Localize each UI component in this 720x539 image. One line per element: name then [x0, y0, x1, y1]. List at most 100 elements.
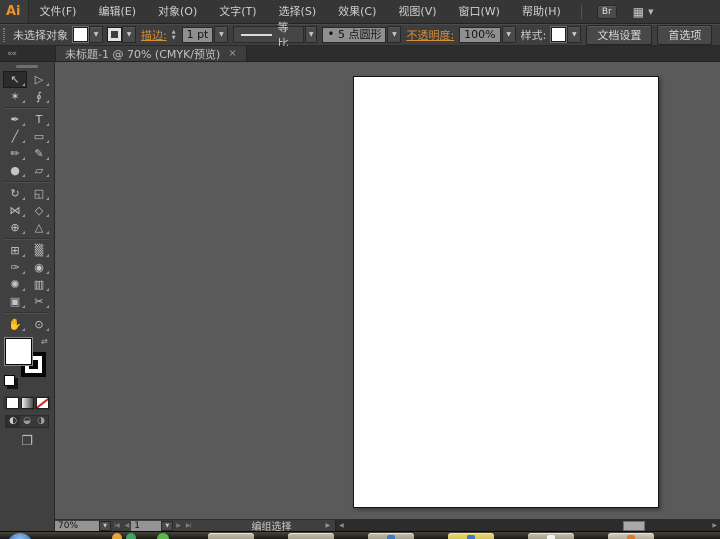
toolbar-collapse-icon[interactable]: «« — [0, 46, 55, 61]
stroke-width-dropdown-icon[interactable]: ▼ — [214, 26, 229, 43]
selection-tool[interactable]: ↖ — [3, 71, 27, 88]
blob-brush-tool[interactable]: ● — [3, 162, 27, 179]
menu-help[interactable]: 帮助(H) — [511, 0, 572, 23]
brush-dropdown-icon[interactable]: ▼ — [387, 26, 402, 43]
eraser-tool[interactable]: ▱ — [27, 162, 51, 179]
gradient-button[interactable] — [20, 397, 34, 409]
mesh-tool[interactable]: ⊞ — [3, 242, 27, 259]
preferences-button[interactable]: 首选项 — [657, 24, 713, 45]
rectangle-tool[interactable]: ▭ — [27, 128, 51, 145]
taskbar-icon[interactable] — [112, 533, 122, 539]
stroke-width-stepper[interactable]: ▲ ▼ — [172, 29, 176, 41]
panel-drag-handle[interactable] — [16, 65, 38, 68]
width-profile-select[interactable]: 等比 — [233, 21, 305, 50]
document-setup-button[interactable]: 文档设置 — [586, 24, 653, 45]
lasso-tool[interactable]: ∮ — [27, 88, 51, 105]
menu-window[interactable]: 窗口(W) — [448, 0, 511, 23]
taskbar-app-button[interactable] — [368, 533, 414, 539]
fill-color-swatch[interactable] — [73, 27, 88, 42]
stroke-width-field[interactable]: 1 pt — [181, 26, 214, 43]
gradient-tool[interactable]: ▒ — [27, 242, 51, 259]
color-button[interactable] — [5, 397, 19, 409]
horizontal-scrollbar[interactable]: ◀ ▶ — [335, 520, 720, 531]
document-tab[interactable]: 未标题-1 @ 70% (CMYK/预览) × — [55, 46, 247, 61]
perspective-grid-tool[interactable]: △ — [27, 219, 51, 236]
fill-dropdown-icon[interactable]: ▼ — [89, 26, 103, 43]
draw-inside-icon[interactable]: ◑ — [34, 416, 48, 427]
paintbrush-tool[interactable]: ✏ — [3, 145, 27, 162]
menu-effect[interactable]: 效果(C) — [327, 0, 387, 23]
none-button[interactable] — [35, 397, 49, 409]
menu-select[interactable]: 选择(S) — [268, 0, 328, 23]
type-tool[interactable]: T — [27, 111, 51, 128]
taskbar-icon[interactable] — [126, 533, 136, 539]
draw-behind-icon[interactable]: ◒ — [20, 416, 34, 427]
canvas-area[interactable] — [55, 62, 720, 519]
next-artboard-icon[interactable]: ▶ — [173, 522, 183, 529]
scrollbar-thumb[interactable] — [623, 521, 646, 531]
menu-view[interactable]: 视图(V) — [387, 0, 447, 23]
artboard-tool[interactable]: ▣ — [3, 293, 27, 310]
pencil-tool[interactable]: ✎ — [27, 145, 51, 162]
default-fill-stroke-icon[interactable] — [4, 375, 15, 386]
menu-edit[interactable]: 编辑(E) — [87, 0, 147, 23]
column-graph-tool[interactable]: ▥ — [27, 276, 51, 293]
stroke-dropdown-icon[interactable]: ▼ — [122, 26, 136, 43]
status-flyout-icon[interactable]: ▶ — [326, 522, 331, 529]
blend-tool[interactable]: ◉ — [27, 259, 51, 276]
previous-artboard-icon[interactable]: ◀ — [122, 522, 132, 529]
artboard-dropdown-icon[interactable]: ▼ — [161, 520, 174, 531]
swap-fill-stroke-icon[interactable]: ⇄ — [41, 337, 48, 346]
taskbar-app-button[interactable] — [448, 533, 494, 539]
artboard[interactable] — [353, 76, 659, 508]
menu-type[interactable]: 文字(T) — [208, 0, 267, 23]
magic-wand-tool[interactable]: ✶ — [3, 88, 27, 105]
bridge-button[interactable]: Br — [596, 4, 617, 19]
brush-select[interactable]: • 5 点圆形 — [322, 26, 387, 43]
style-dropdown-icon[interactable]: ▼ — [567, 26, 582, 43]
opacity-field[interactable]: 100% — [459, 26, 501, 43]
eyedropper-tool[interactable]: ✑ — [3, 259, 27, 276]
toolbar-divider — [4, 312, 50, 314]
hand-tool[interactable]: ✋ — [3, 316, 27, 333]
zoom-dropdown-icon[interactable]: ▼ — [99, 520, 111, 531]
direct-selection-tool[interactable]: ▷ — [27, 71, 51, 88]
scroll-left-icon[interactable]: ◀ — [339, 520, 344, 531]
width-tool[interactable]: ⋈ — [3, 202, 27, 219]
zoom-level-field[interactable]: 70% — [55, 520, 99, 531]
style-label: 样式: — [520, 28, 547, 42]
fill-indicator[interactable] — [5, 338, 32, 365]
stepper-down-icon[interactable]: ▼ — [172, 35, 176, 41]
stroke-panel-link[interactable]: 描边: — [141, 27, 167, 43]
scroll-right-icon[interactable]: ▶ — [712, 520, 717, 531]
artboard-number-field[interactable]: 1 — [131, 520, 162, 531]
draw-normal-icon[interactable]: ◐ — [6, 416, 20, 427]
first-artboard-icon[interactable]: |◀ — [111, 522, 122, 529]
free-transform-tool[interactable]: ◇ — [27, 202, 51, 219]
close-icon[interactable]: × — [228, 48, 236, 59]
menu-file[interactable]: 文件(F) — [29, 0, 88, 23]
profile-dropdown-icon[interactable]: ▼ — [305, 26, 318, 43]
line-segment-tool[interactable]: ╱ — [3, 128, 27, 145]
slice-tool[interactable]: ✂ — [27, 293, 51, 310]
shape-builder-tool[interactable]: ⊕ — [3, 219, 27, 236]
stroke-color-swatch[interactable] — [107, 27, 122, 42]
last-artboard-icon[interactable]: ▶| — [183, 522, 194, 529]
scale-tool[interactable]: ◱ — [27, 185, 51, 202]
style-swatch[interactable] — [551, 27, 567, 42]
rotate-tool[interactable]: ↻ — [3, 185, 27, 202]
screen-mode-icon[interactable]: ❐ — [0, 435, 54, 449]
taskbar-icon[interactable] — [157, 533, 169, 539]
opacity-dropdown-icon[interactable]: ▼ — [501, 26, 516, 43]
symbol-sprayer-tool[interactable]: ✺ — [3, 276, 27, 293]
zoom-tool[interactable]: ⊙ — [27, 316, 51, 333]
workspace-switcher[interactable]: ▦ ▼ — [633, 6, 654, 18]
taskbar-app-button[interactable] — [288, 533, 334, 539]
pen-tool[interactable]: ✒ — [3, 111, 27, 128]
taskbar-app-button[interactable] — [208, 533, 254, 539]
taskbar-app-button[interactable] — [528, 533, 574, 539]
taskbar-app-button[interactable] — [608, 533, 654, 539]
start-button-orb[interactable] — [7, 533, 33, 539]
opacity-panel-link[interactable]: 不透明度: — [406, 27, 454, 43]
menu-object[interactable]: 对象(O) — [147, 0, 208, 23]
